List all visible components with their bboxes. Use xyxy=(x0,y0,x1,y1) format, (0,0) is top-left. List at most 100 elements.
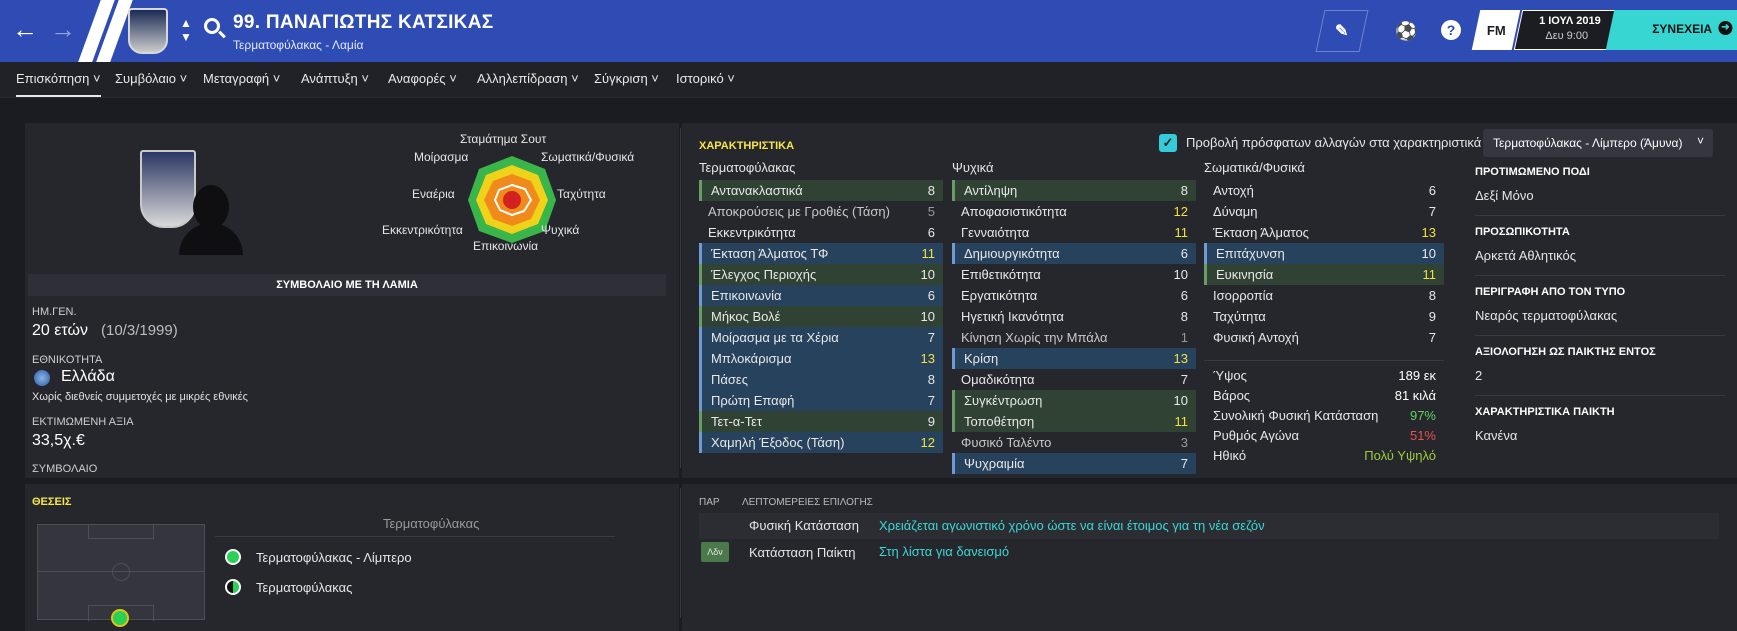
attribute-row[interactable]: Αντανακλαστικά 8 xyxy=(699,180,943,201)
attribute-row[interactable]: Αποκρούσεις με Γροθιές (Τάση) 5 xyxy=(699,201,943,222)
attribute-value: 8 xyxy=(1428,288,1436,303)
attribute-row[interactable]: Ευκινησία 11 xyxy=(1204,264,1444,285)
attribute-row[interactable]: Ψυχραιμία 7 xyxy=(952,453,1196,474)
search-icon[interactable] xyxy=(204,18,220,34)
tab-interaction[interactable]: Αλληλεπίδραση ˅ xyxy=(477,71,579,86)
attribute-name: Αντανακλαστικά xyxy=(711,183,803,198)
positions-title: ΘΕΣΕΙΣ xyxy=(32,496,72,508)
info-value: 2 xyxy=(1475,368,1483,383)
tab-reports[interactable]: Αναφορές ˅ xyxy=(388,71,457,86)
radar-label: Σταμάτημα Σουτ xyxy=(460,132,547,146)
attribute-name: Ισορροπία xyxy=(1213,288,1274,303)
position-item: Τερματοφύλακας - Λίμπερο xyxy=(256,550,412,565)
attribute-row[interactable]: Κρίση 13 xyxy=(952,348,1196,369)
attribute-row[interactable]: Χαμηλή Έξοδος (Τάση) 12 xyxy=(699,432,943,453)
stat-row: Ρυθμός Αγώνα 51% xyxy=(1204,425,1444,445)
column-header: Ψυχικά xyxy=(952,160,994,175)
attribute-row[interactable]: Ισορροπία 8 xyxy=(1204,285,1444,306)
estimated-value: 33,5χ.€ xyxy=(32,432,85,449)
help-icon[interactable]: ? xyxy=(1441,20,1461,40)
position-item: Τερματοφύλακας xyxy=(256,580,353,595)
attribute-row[interactable]: Εργατικότητα 6 xyxy=(952,285,1196,306)
info-label: ΠΡΟΤΙΜΩΜΕΝΟ ΠΟΔΙ xyxy=(1475,166,1590,178)
value-label: ΕΚΤΙΜΩΜΕΝΗ ΑΞΙΑ xyxy=(32,416,134,428)
attribute-value: 1 xyxy=(1180,330,1188,345)
attribute-value: 9 xyxy=(1428,309,1436,324)
attribute-row[interactable]: Ομαδικότητα 7 xyxy=(952,369,1196,390)
attribute-value: 10 xyxy=(920,267,935,282)
radar-label: Μοίρασμα xyxy=(414,150,469,164)
attribute-row[interactable]: Επιτάχυνση 10 xyxy=(1204,243,1444,264)
mental-column: Ψυχικά Αντίληψη 8 Αποφασιστικότητα 12 Γενναι… xyxy=(952,160,1196,474)
football-icon[interactable]: ⚽ xyxy=(1395,14,1417,48)
tab-contract[interactable]: Συμβόλαιο ˅ xyxy=(115,71,187,86)
attribute-row[interactable]: Έλεγχος Περιοχής 10 xyxy=(699,264,943,285)
attribute-row[interactable]: Αντοχή 6 xyxy=(1204,180,1444,201)
attribute-row[interactable]: Δημιουργικότητα 6 xyxy=(952,243,1196,264)
attribute-value: 12 xyxy=(920,435,935,450)
attribute-row[interactable]: Γενναιότητα 11 xyxy=(952,222,1196,243)
attribute-row[interactable]: Πάσες 8 xyxy=(699,369,943,390)
attribute-name: Ψυχραιμία xyxy=(964,456,1025,471)
attribute-name: Αποκρούσεις με Γροθιές (Τάση) xyxy=(708,204,890,219)
attribute-row[interactable]: Μοίρασμα με τα Χέρια 7 xyxy=(699,327,943,348)
attribute-row[interactable]: Επικοινωνία 6 xyxy=(699,285,943,306)
player-silhouette-icon xyxy=(179,185,243,255)
attribute-name: Ταχύτητα xyxy=(1213,309,1266,324)
position-rating-icon xyxy=(225,549,241,565)
attribute-row[interactable]: Τετ-α-Τετ 9 xyxy=(699,411,943,432)
club-badge-icon[interactable] xyxy=(128,8,168,54)
attribute-row[interactable]: Ηγετική Ικανότητα 8 xyxy=(952,306,1196,327)
attribute-row[interactable]: Δύναμη 7 xyxy=(1204,201,1444,222)
attribute-name: Εργατικότητα xyxy=(961,288,1038,303)
position-marker-icon xyxy=(111,609,129,627)
tab-comparison[interactable]: Σύγκριση ˅ xyxy=(594,71,659,86)
fm-menu-button[interactable]: FM xyxy=(1471,10,1521,50)
attribute-row[interactable]: Συγκέντρωση 10 xyxy=(952,390,1196,411)
info-value: Κανένα xyxy=(1475,428,1518,443)
recent-changes-label: Προβολή πρόσφατων αλλαγών στα χαρακτηρισ… xyxy=(1186,135,1482,150)
attribute-row[interactable]: Έκταση Άλματος ΤΦ 11 xyxy=(699,243,943,264)
attribute-value: 6 xyxy=(927,288,935,303)
info-value: Νεαρός τερματοφύλακας xyxy=(1475,308,1618,323)
tab-development[interactable]: Ανάπτυξη ˅ xyxy=(301,71,369,86)
selection-panel: ΠΑΡ ΛΕΠΤΟΜΕΡΕΙΕΣ ΕΠΙΛΟΓΗΣ Φυσική Κατάστα… xyxy=(682,484,1737,631)
player-switch-arrows[interactable]: ▲ ▼ xyxy=(180,16,192,44)
nationality-value[interactable]: Ελλάδα xyxy=(61,368,115,386)
recent-changes-checkbox[interactable]: ✓ xyxy=(1159,134,1177,152)
role-select[interactable]: Τερματοφύλακας - Λίμπερο (Άμυνα) ˅ xyxy=(1483,129,1713,157)
attribute-row[interactable]: Φυσικό Ταλέντο 3 xyxy=(952,432,1196,453)
radar-label: Ταχύτητα xyxy=(557,187,606,201)
attribute-row[interactable]: Έκταση Άλματος 13 xyxy=(1204,222,1444,243)
attribute-row[interactable]: Ταχύτητα 9 xyxy=(1204,306,1444,327)
attribute-name: Χαμηλή Έξοδος (Τάση) xyxy=(711,435,845,450)
selection-value: Στη λίστα για δανεισμό xyxy=(879,544,1010,559)
attribute-value: 7 xyxy=(927,330,935,345)
column-header: Τερματοφύλακας xyxy=(699,160,796,175)
attribute-value: 7 xyxy=(1428,204,1436,219)
chevron-down-icon: ˅ xyxy=(1696,134,1704,148)
attribute-row[interactable]: Κίνηση Χωρίς την Μπάλα 1 xyxy=(952,327,1196,348)
attribute-name: Επιθετικότητα xyxy=(961,267,1041,282)
attribute-row[interactable]: Αποφασιστικότητα 12 xyxy=(952,201,1196,222)
forward-arrow-icon[interactable]: → xyxy=(50,14,76,44)
attribute-row[interactable]: Τοποθέτηση 11 xyxy=(952,411,1196,432)
continue-button[interactable]: ΣΥΝΕΧΕΙΑ ➜ xyxy=(1605,10,1737,50)
attribute-row[interactable]: Μπλοκάρισμα 13 xyxy=(699,348,943,369)
attribute-row[interactable]: Επιθετικότητα 10 xyxy=(952,264,1196,285)
attribute-row[interactable]: Μήκος Βολέ 10 xyxy=(699,306,943,327)
attribute-row[interactable]: Πρώτη Επαφή 7 xyxy=(699,390,943,411)
edit-icon[interactable]: ✎ xyxy=(1315,10,1369,52)
back-arrow-icon[interactable]: ← xyxy=(12,14,38,44)
attribute-row[interactable]: Αντίληψη 8 xyxy=(952,180,1196,201)
attribute-row[interactable]: Εκκεντρικότητα 6 xyxy=(699,222,943,243)
tab-transfer[interactable]: Μεταγραφή ˅ xyxy=(203,71,280,86)
tab-overview[interactable]: Επισκόπηση ˅ xyxy=(16,71,101,97)
attribute-name: Μήκος Βολέ xyxy=(711,309,781,324)
attribute-row[interactable]: Φυσική Αντοχή 7 xyxy=(1204,327,1444,348)
physical-column: Σωματικά/Φυσικά Αντοχή 6 Δύναμη 7 Έκταση Άλμ… xyxy=(1204,160,1444,465)
info-label: ΑΞΙΟΛΟΓΗΣΗ ΩΣ ΠΑΙΚΤΗΣ ΕΝΤΟΣ xyxy=(1475,346,1656,358)
attribute-name: Αποφασιστικότητα xyxy=(961,204,1067,219)
tab-history[interactable]: Ιστορικό ˅ xyxy=(676,71,735,86)
menu-bar: Επισκόπηση ˅ Συμβόλαιο ˅ Μεταγραφή ˅ Ανά… xyxy=(0,62,1737,98)
